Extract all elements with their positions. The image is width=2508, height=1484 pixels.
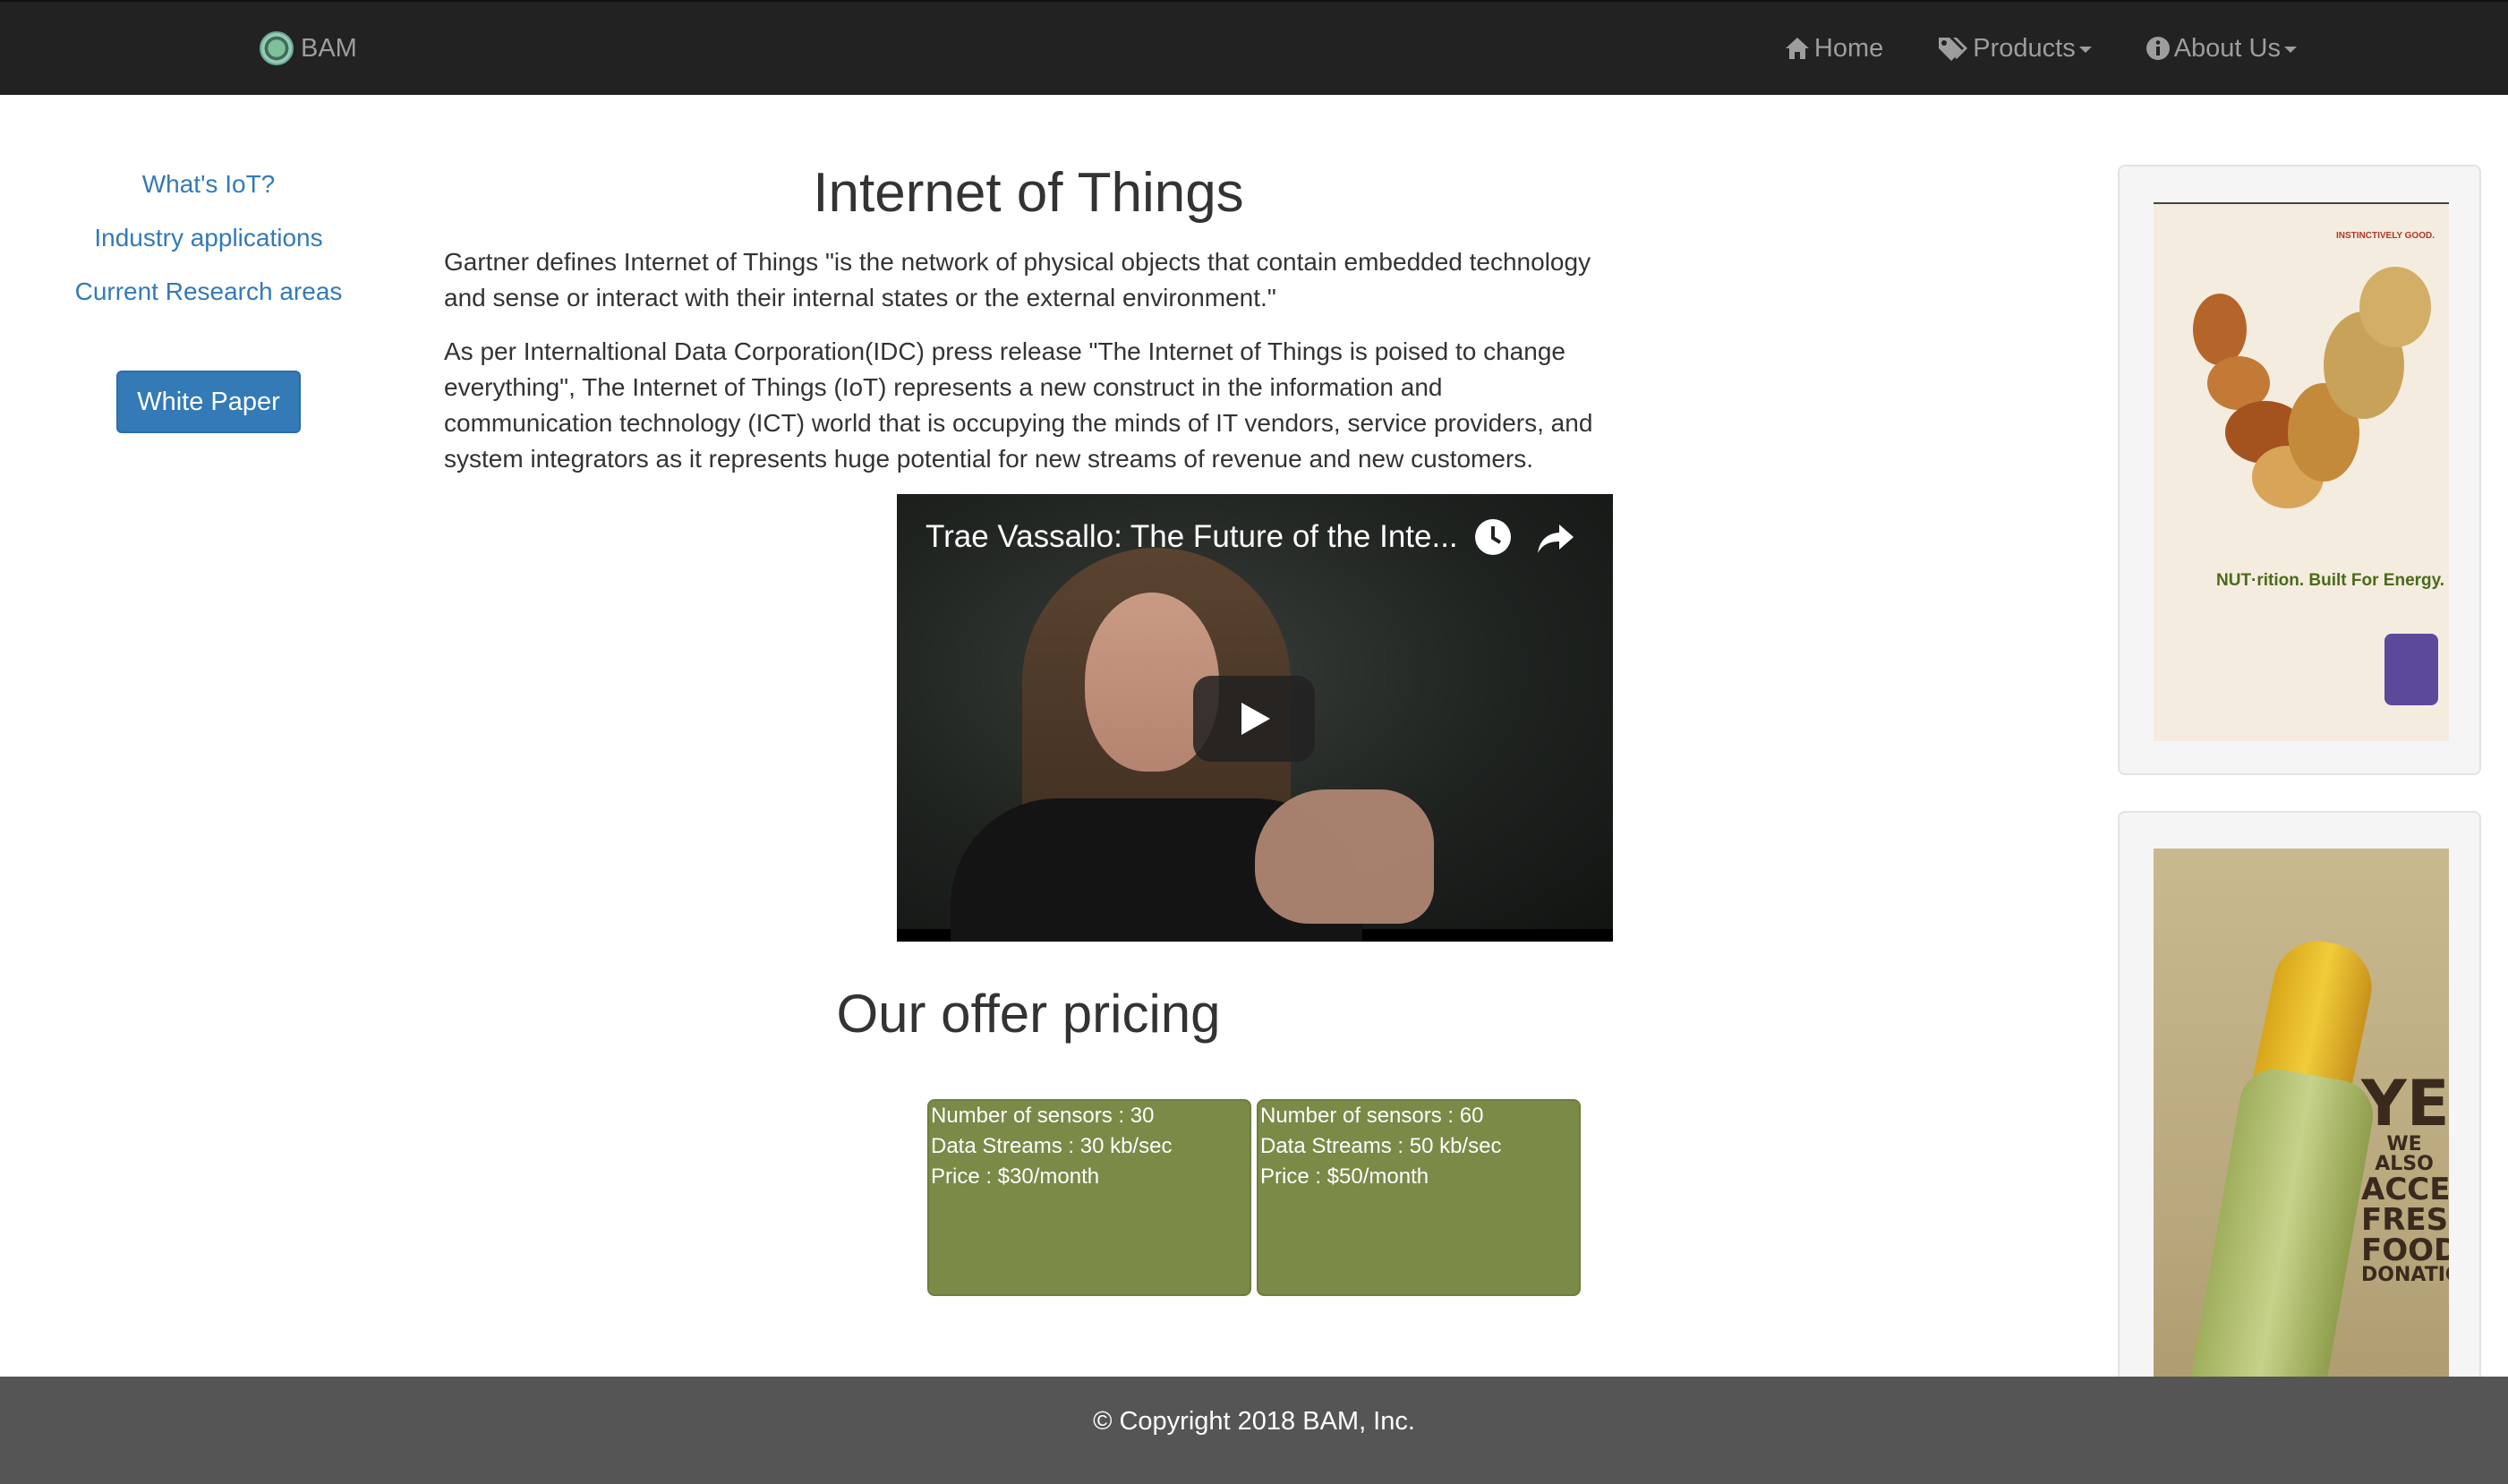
sidebar-link-industry-applications[interactable]: Industry applications <box>0 215 417 269</box>
nav-about-label: About Us <box>2173 33 2281 63</box>
offer-sensors: Number of sensors : 60 <box>1260 1104 1484 1128</box>
top-navbar: BAM Home Products About Us <box>0 0 2508 95</box>
home-icon <box>1785 38 1809 59</box>
nav-about[interactable]: About Us <box>2145 34 2297 64</box>
tags-icon <box>1939 38 1968 61</box>
main-content: Internet of Things Gartner defines Inter… <box>444 161 1613 495</box>
ad-panel-nutrition[interactable]: INSTINCTIVELY GOOD. NUT·rition. Built Fo… <box>2118 165 2481 775</box>
play-button[interactable] <box>1193 676 1315 762</box>
chevron-down-icon <box>2078 46 2092 53</box>
offer-price: Price : $50/month <box>1260 1164 1429 1189</box>
sidebar-link-whats-iot[interactable]: What's IoT? <box>0 161 417 215</box>
nav-menu: Home Products About Us <box>1730 29 2297 68</box>
sidebar-link-current-research[interactable]: Current Research areas <box>0 269 417 322</box>
brand-link[interactable]: BAM <box>260 30 357 66</box>
offer-price: Price : $30/month <box>931 1164 1100 1189</box>
play-icon <box>1241 703 1270 735</box>
watch-later-icon[interactable] <box>1473 517 1513 557</box>
intro-paragraph-idc: As per Internaltional Data Corporation(I… <box>444 337 1593 473</box>
video-title[interactable]: Trae Vassallo: The Future of the Inte... <box>926 519 1458 555</box>
copyright-text: © Copyright 2018 BAM, Inc. <box>1093 1407 1415 1436</box>
offer-streams: Data Streams : 30 kb/sec <box>931 1134 1173 1158</box>
video-player[interactable]: Trae Vassallo: The Future of the Inte... <box>897 494 1613 942</box>
page-title: Internet of Things <box>813 162 1244 224</box>
left-sidebar: What's IoT? Industry applications Curren… <box>0 161 417 433</box>
offer-card-premium[interactable]: Number of sensors : 60 Data Streams : 50… <box>1257 1099 1581 1296</box>
info-icon <box>2145 37 2170 60</box>
ad-headline: NUT·rition. Built For Energy. <box>2216 571 2445 590</box>
chevron-down-icon <box>2284 46 2297 53</box>
offer-pricing-heading: Our offer pricing <box>836 984 1221 1044</box>
nav-products[interactable]: Products <box>1937 33 2092 64</box>
nav-home[interactable]: Home <box>1784 34 1883 64</box>
intro-paragraph-gartner: Gartner defines Internet of Things "is t… <box>444 248 1591 311</box>
brand-name: BAM <box>301 33 357 63</box>
nav-products-label: Products <box>1973 33 2076 63</box>
ad-image-nutrition: INSTINCTIVELY GOOD. NUT·rition. Built Fo… <box>2154 202 2449 741</box>
white-paper-button[interactable]: White Paper <box>116 371 301 433</box>
offer-streams: Data Streams : 50 kb/sec <box>1260 1134 1502 1158</box>
offer-card-basic[interactable]: Number of sensors : 30 Data Streams : 30… <box>927 1099 1251 1296</box>
ad-tagline: INSTINCTIVELY GOOD. <box>2335 231 2435 241</box>
ad-donation-text: YES WE ALSO ACCEPT FRESH FOOD DONATIONS <box>2361 1067 2449 1286</box>
brand-logo-icon <box>260 31 294 65</box>
page-footer: © Copyright 2018 BAM, Inc. <box>0 1377 2508 1484</box>
offer-sensors: Number of sensors : 30 <box>931 1104 1155 1128</box>
share-icon[interactable] <box>1536 521 1575 557</box>
nav-home-label: Home <box>1813 33 1884 63</box>
